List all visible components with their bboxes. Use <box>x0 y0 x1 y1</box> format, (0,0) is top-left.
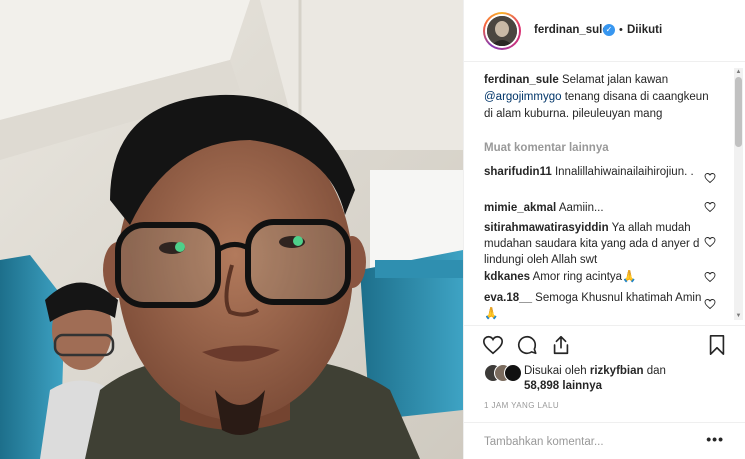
post-actions: Disukai oleh rizkyfbian dan 58,898 lainn… <box>464 325 745 459</box>
comment-text: Innalillahiwainailaihirojiun. . <box>554 166 694 178</box>
comments-section[interactable]: ferdinan_sule Selamat jalan kawan @argoj… <box>464 62 745 325</box>
post-username[interactable]: ferdinan_sule <box>534 24 609 36</box>
load-more-comments-link[interactable]: Muat komentar lainnya <box>484 142 609 154</box>
instagram-post: ferdinan_sule ✓ • Diikuti ferdinan_sule … <box>0 0 745 459</box>
comment-username[interactable]: sitirahmawatirasyiddin <box>484 222 609 234</box>
comment-text: Amor ring acintya🙏 <box>532 271 637 283</box>
comment-username[interactable]: kdkanes <box>484 271 530 283</box>
post-timestamp[interactable]: 1 JAM YANG LALU <box>484 401 559 410</box>
likes-prefix: Disukai oleh <box>524 365 587 377</box>
share-icon[interactable] <box>550 334 572 356</box>
post-header: ferdinan_sule ✓ • Diikuti <box>464 0 745 62</box>
likes-conj: dan <box>646 365 666 377</box>
comment-like-heart-icon[interactable] <box>704 201 716 213</box>
comment-item: mimie_akmal Aamiin... <box>484 200 702 216</box>
comment-icon[interactable] <box>516 334 538 356</box>
scrollbar-thumb[interactable] <box>735 77 742 147</box>
avatar-image <box>487 16 517 46</box>
comment-username[interactable]: sharifudin11 <box>484 166 552 178</box>
likes-summary: Disukai oleh rizkyfbian dan 58,898 lainn… <box>484 362 734 402</box>
post-photo[interactable] <box>0 0 463 459</box>
comment-like-heart-icon[interactable] <box>704 172 716 184</box>
add-comment-input[interactable]: Tambahkan komentar... <box>484 436 604 448</box>
likes-text: Disukai oleh rizkyfbian dan 58,898 lainn… <box>524 364 724 394</box>
comment-username[interactable]: mimie_akmal <box>484 202 556 214</box>
liker-avatars <box>484 364 524 384</box>
liker-username-link[interactable]: rizkyfbian <box>590 365 644 377</box>
likes-count-link[interactable]: 58,898 lainnya <box>524 380 602 392</box>
heart-icon[interactable] <box>482 334 504 356</box>
follow-status-button[interactable]: Diikuti <box>627 24 662 36</box>
bookmark-icon[interactable] <box>706 334 728 356</box>
verified-badge-icon: ✓ <box>603 24 615 36</box>
scroll-down-arrow-icon[interactable]: ▼ <box>734 312 743 320</box>
comment-item: sitirahmawatirasyiddin Ya allah mudah mu… <box>484 220 702 268</box>
comment-item: eva.18__ Semoga Khusnul khatimah Amin 🙏 <box>484 290 702 322</box>
separator-dot: • <box>619 24 623 36</box>
comment-like-heart-icon[interactable] <box>704 271 716 283</box>
liker-avatar[interactable] <box>504 364 522 382</box>
comments-scrollbar[interactable]: ▲ ▼ <box>734 68 743 320</box>
comment-item: sharifudin11 Innalillahiwainailaihirojiu… <box>484 164 702 180</box>
comment-like-heart-icon[interactable] <box>704 298 716 310</box>
post-caption: ferdinan_sule Selamat jalan kawan @argoj… <box>484 72 716 123</box>
comment-like-heart-icon[interactable] <box>704 236 716 248</box>
comment-username[interactable]: eva.18__ <box>484 292 532 304</box>
comment-item: kdkanes Amor ring acintya🙏 <box>484 269 702 285</box>
story-ring[interactable] <box>483 12 521 50</box>
selfie-image <box>0 0 463 459</box>
post-side-panel: ferdinan_sule ✓ • Diikuti ferdinan_sule … <box>463 0 745 459</box>
scroll-up-arrow-icon[interactable]: ▲ <box>734 68 743 76</box>
avatar[interactable] <box>485 14 519 48</box>
add-comment-bar: Tambahkan komentar... ••• <box>464 422 745 459</box>
comment-text: Aamiin... <box>558 202 604 214</box>
caption-username[interactable]: ferdinan_sule <box>484 74 559 86</box>
caption-mention-link[interactable]: @argojimmygo <box>484 91 562 103</box>
more-options-icon[interactable]: ••• <box>706 431 724 447</box>
caption-text-before: Selamat jalan kawan <box>561 74 669 86</box>
